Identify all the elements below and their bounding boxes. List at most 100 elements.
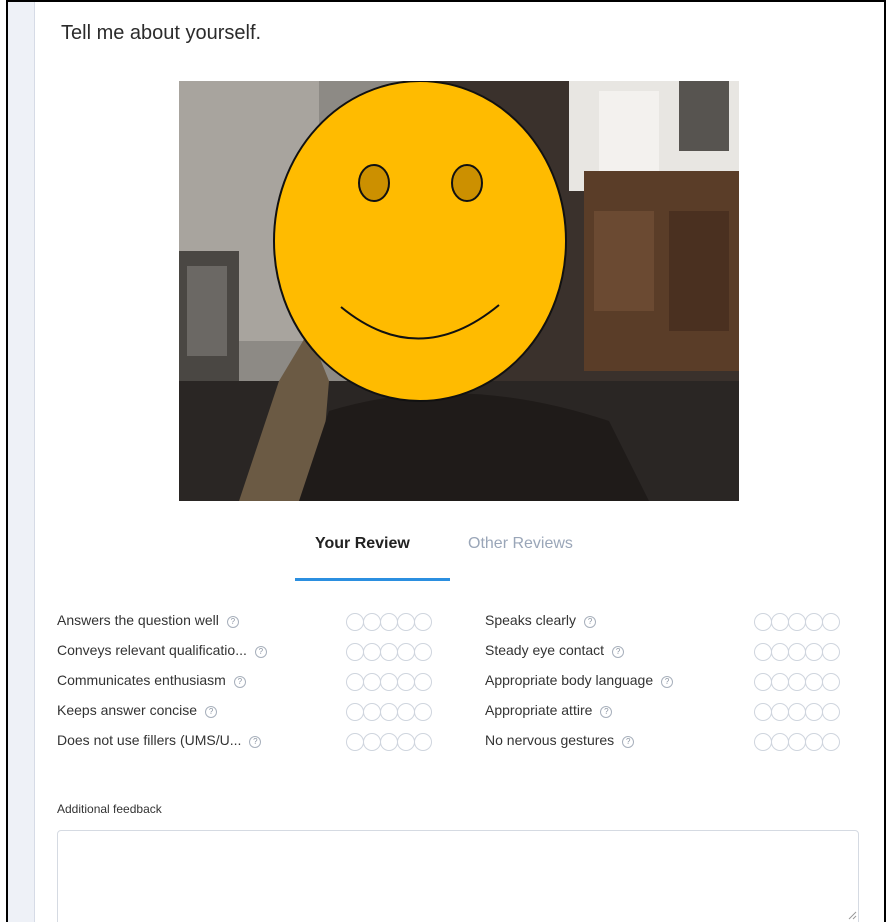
rating-circle[interactable] [771,733,789,751]
rating-circle[interactable] [397,613,415,631]
rating-circle[interactable] [754,613,772,631]
resize-handle-icon[interactable] [847,910,857,920]
tab-your-review[interactable]: Your Review [315,535,410,553]
review-card: Tell me about yourself. Your Review Othe… [35,2,884,922]
left-sidebar-strip [8,2,35,922]
rating-circle[interactable] [805,613,823,631]
criterion-text: Speaks clearly [485,612,577,628]
criterion-text: Conveys relevant qualificatio... [57,642,247,658]
rating-circle[interactable] [363,643,381,661]
rating-circle[interactable] [771,703,789,721]
criterion-label: Conveys relevant qualificatio...? [57,642,267,658]
rating-circle[interactable] [397,703,415,721]
rating-circle[interactable] [380,703,398,721]
rating-circle[interactable] [788,613,806,631]
help-icon[interactable]: ? [205,706,218,718]
rating-circle[interactable] [346,703,364,721]
video-frame-image [179,81,739,501]
rating-circle[interactable] [414,643,432,661]
rating-circle[interactable] [397,733,415,751]
rating-circle[interactable] [397,673,415,691]
criterion-text: Keeps answer concise [57,702,198,718]
rating-circle[interactable] [788,733,806,751]
rating-circle[interactable] [771,613,789,631]
rating-circle[interactable] [754,703,772,721]
help-icon[interactable]: ? [612,646,625,658]
rating-circle[interactable] [822,733,840,751]
help-icon[interactable]: ? [233,676,246,688]
rating-circle[interactable] [414,673,432,691]
rating-circle[interactable] [754,643,772,661]
rating-circle[interactable] [363,703,381,721]
rating-circle[interactable] [363,733,381,751]
rating-circle[interactable] [346,643,364,661]
rating-circle[interactable] [788,673,806,691]
criterion-label: Does not use fillers (UMS/U...? [57,732,262,748]
rating-scale [346,643,432,661]
criterion-label: No nervous gestures? [485,732,635,748]
help-icon[interactable]: ? [249,736,262,748]
rating-circle[interactable] [754,673,772,691]
rating-circle[interactable] [822,703,840,721]
review-panel-frame: Tell me about yourself. Your Review Othe… [6,0,886,922]
rating-scale [754,613,840,631]
rating-scale [346,673,432,691]
rating-circle[interactable] [414,613,432,631]
criterion-label: Communicates enthusiasm? [57,672,246,688]
rating-circle[interactable] [754,733,772,751]
rating-circle[interactable] [805,643,823,661]
rating-scale [754,733,840,751]
rating-circle[interactable] [380,643,398,661]
rating-circle[interactable] [822,673,840,691]
rating-circle[interactable] [363,673,381,691]
rating-circle[interactable] [414,703,432,721]
rating-circle[interactable] [771,643,789,661]
help-icon[interactable]: ? [584,616,597,628]
criterion-label: Steady eye contact? [485,642,625,658]
rating-circle[interactable] [363,613,381,631]
active-tab-indicator [295,578,450,581]
criterion-text: No nervous gestures [485,732,615,748]
rating-circle[interactable] [788,703,806,721]
response-video[interactable] [179,81,739,501]
question-title: Tell me about yourself. [61,22,262,44]
rating-scale [346,733,432,751]
rating-scale [346,703,432,721]
rating-circle[interactable] [380,613,398,631]
criterion-text: Does not use fillers (UMS/U... [57,732,242,748]
help-icon[interactable]: ? [254,646,267,658]
rating-scale [754,673,840,691]
criterion-text: Steady eye contact [485,642,605,658]
rating-circle[interactable] [414,733,432,751]
rating-scale [754,643,840,661]
rating-circle[interactable] [346,613,364,631]
tab-other-reviews[interactable]: Other Reviews [468,535,573,553]
rating-circle[interactable] [397,643,415,661]
rating-circle[interactable] [805,673,823,691]
criterion-label: Speaks clearly? [485,612,597,628]
criterion-text: Appropriate body language [485,672,654,688]
criterion-text: Communicates enthusiasm [57,672,226,688]
rating-circle[interactable] [805,703,823,721]
rating-circle[interactable] [805,733,823,751]
help-icon[interactable]: ? [226,616,239,628]
rating-circle[interactable] [822,643,840,661]
help-icon[interactable]: ? [600,706,613,718]
rating-circle[interactable] [822,613,840,631]
criterion-text: Appropriate attire [485,702,593,718]
rating-circle[interactable] [771,673,789,691]
rating-circle[interactable] [380,733,398,751]
rating-circle[interactable] [380,673,398,691]
rating-circle[interactable] [788,643,806,661]
criterion-label: Appropriate body language? [485,672,674,688]
rating-circle[interactable] [346,733,364,751]
help-icon[interactable]: ? [661,676,674,688]
review-tabs: Your Review Other Reviews [35,535,884,583]
rating-scale [346,613,432,631]
rating-circle[interactable] [346,673,364,691]
criterion-label: Appropriate attire? [485,702,613,718]
additional-feedback-textarea[interactable] [57,830,859,922]
criterion-label: Answers the question well? [57,612,239,628]
rating-scale [754,703,840,721]
help-icon[interactable]: ? [622,736,635,748]
